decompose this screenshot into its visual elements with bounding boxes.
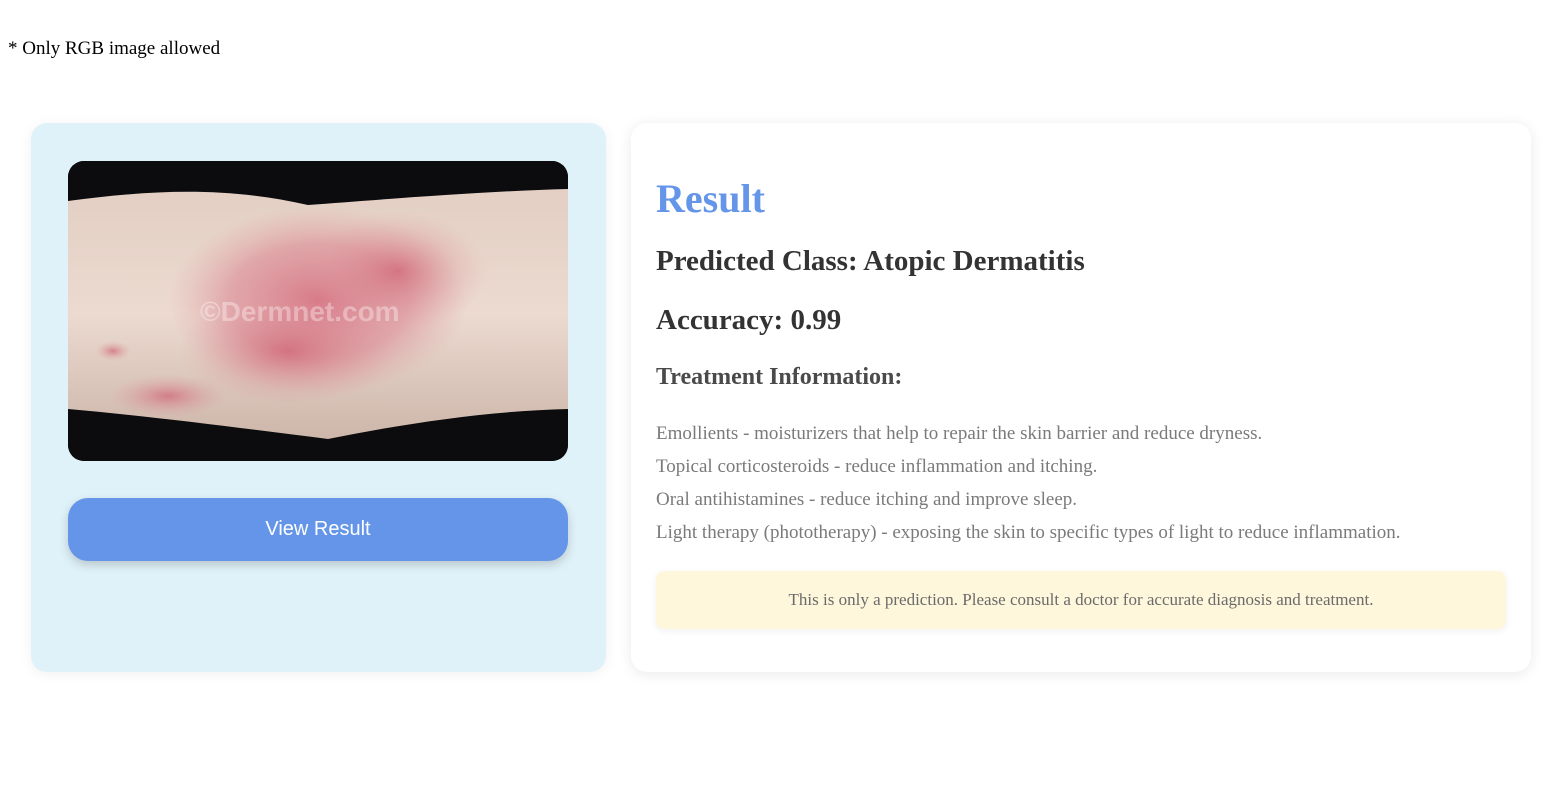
predicted-class: Predicted Class: Atopic Dermatitis	[656, 245, 1085, 277]
treatment-item: Light therapy (phototherapy) - exposing …	[656, 522, 1401, 543]
accuracy-value: Accuracy: 0.99	[656, 304, 842, 336]
treatment-heading: Treatment Information:	[656, 364, 903, 390]
treatment-item: Emollients - moisturizers that help to r…	[656, 423, 1263, 444]
result-panel: Result Predicted Class: Atopic Dermatiti…	[631, 123, 1531, 672]
svg-text:©Dermnet.com: ©Dermnet.com	[200, 296, 400, 327]
result-title: Result	[656, 176, 765, 221]
treatment-item: Oral antihistamines - reduce itching and…	[656, 489, 1078, 510]
treatment-list: Emollients - moisturizers that help to r…	[656, 417, 1401, 549]
view-result-button[interactable]: View Result	[68, 498, 568, 561]
rgb-only-note: * Only RGB image allowed	[8, 38, 221, 59]
uploaded-skin-image: ©Dermnet.com	[68, 161, 568, 461]
treatment-item: Topical corticosteroids - reduce inflamm…	[656, 456, 1098, 477]
disclaimer-box: This is only a prediction. Please consul…	[656, 571, 1506, 629]
upload-panel: ©Dermnet.com View Result	[31, 123, 606, 672]
watermark-text: ©Dermnet.com	[200, 296, 400, 327]
